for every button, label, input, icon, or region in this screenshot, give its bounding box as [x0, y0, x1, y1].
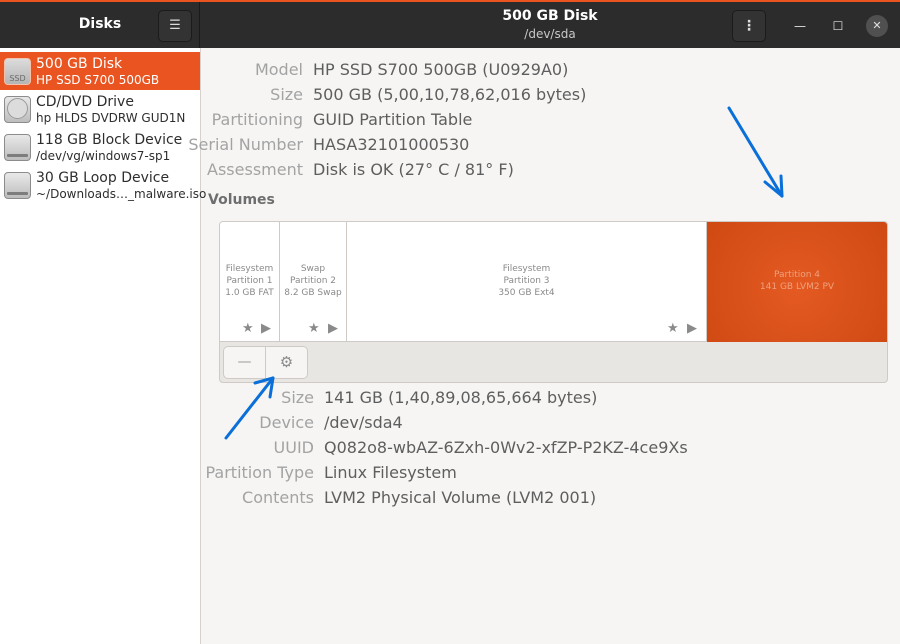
close-icon[interactable]: ✕ [866, 15, 888, 37]
arrow-to-partition-4 [727, 106, 784, 198]
partitioning-value: GUID Partition Table [313, 110, 473, 129]
drive-name: CD/DVD Drive [36, 94, 134, 110]
partition-type-value: Linux Filesystem [324, 463, 457, 482]
partition-1[interactable]: Filesystem Partition 1 1.0 GB FAT ★ ▶ [220, 222, 280, 342]
arrow-head-partition-4b [779, 174, 784, 198]
vertical-dots-menu-icon[interactable]: ⋮ [732, 10, 766, 42]
minus-icon: — [237, 354, 252, 370]
drive-description: HP SSD S700 500GB [36, 73, 160, 87]
hamburger-menu-icon[interactable]: ☰ [158, 10, 192, 42]
partition-3[interactable]: Filesystem Partition 3 350 GB Ext4 ★ ▶ [347, 222, 707, 342]
delete-partition-button[interactable]: — [224, 347, 266, 378]
mount-play-icon[interactable]: ▶ [687, 321, 697, 336]
mount-play-icon[interactable]: ▶ [261, 321, 271, 336]
hard-drive-icon [4, 134, 31, 161]
model-label: Model [254, 60, 303, 79]
partition-bar: Filesystem Partition 1 1.0 GB FAT ★ ▶ Sw… [220, 222, 887, 342]
partition-size-label: Size [281, 388, 314, 407]
star-icon: ★ [667, 321, 679, 336]
partition-size-value: 141 GB (1,40,89,08,65,664 bytes) [324, 388, 598, 407]
drive-name: 500 GB Disk [36, 56, 123, 72]
minimize-icon[interactable]: — [788, 14, 812, 38]
contents-label: Contents [242, 488, 314, 507]
assessment-value: Disk is OK (27° C / 81° F) [313, 160, 514, 179]
volumes-map: Filesystem Partition 1 1.0 GB FAT ★ ▶ Sw… [219, 221, 888, 383]
assessment-label: Assessment [207, 160, 303, 179]
volume-toolbar: — ⚙ [223, 346, 308, 379]
partition-options-button[interactable]: ⚙ [266, 347, 307, 378]
gears-icon: ⚙ [279, 353, 294, 371]
partition-2[interactable]: Swap Partition 2 8.2 GB Swap ★ ▶ [280, 222, 347, 342]
device-value: /dev/sda4 [324, 413, 403, 432]
uuid-label: UUID [273, 438, 314, 457]
star-icon: ★ [308, 321, 320, 336]
partition-type-label: Partition Type [205, 463, 314, 482]
sidebar-header: Disks ☰ [0, 2, 200, 48]
window-subtitle: /dev/sda [524, 27, 576, 41]
drive-description: ~/Downloads…_malware.iso [36, 187, 207, 201]
star-icon: ★ [242, 321, 254, 336]
optical-drive-icon [4, 96, 31, 123]
volumes-heading: Volumes [208, 192, 275, 208]
ssd-drive-icon: SSD [4, 58, 31, 85]
partitioning-label: Partitioning [211, 110, 303, 129]
size-label: Size [270, 85, 303, 104]
window-title: 500 GB Disk [502, 8, 598, 24]
hard-drive-icon [4, 172, 31, 199]
mount-play-icon[interactable]: ▶ [328, 321, 338, 336]
serial-number-label: Serial Number [188, 135, 303, 154]
model-value: HP SSD S700 500GB (U0929A0) [313, 60, 569, 79]
partition-4-selected[interactable]: Partition 4 141 GB LVM2 PV [707, 222, 887, 342]
size-value: 500 GB (5,00,10,78,62,016 bytes) [313, 85, 587, 104]
arrow-head-partition-4a [763, 180, 784, 198]
device-label: Device [259, 413, 314, 432]
contents-value: LVM2 Physical Volume (LVM2 001) [324, 488, 597, 507]
maximize-icon[interactable]: ☐ [826, 14, 850, 38]
header-bar: Disks ☰ 500 GB Disk /dev/sda ⋮ — ☐ ✕ [0, 0, 900, 48]
uuid-value: Q082o8-wbAZ-6Zxh-0Wv2-xfZP-P2KZ-4ce9Xs [324, 438, 688, 457]
serial-number-value: HASA32101000530 [313, 135, 470, 154]
